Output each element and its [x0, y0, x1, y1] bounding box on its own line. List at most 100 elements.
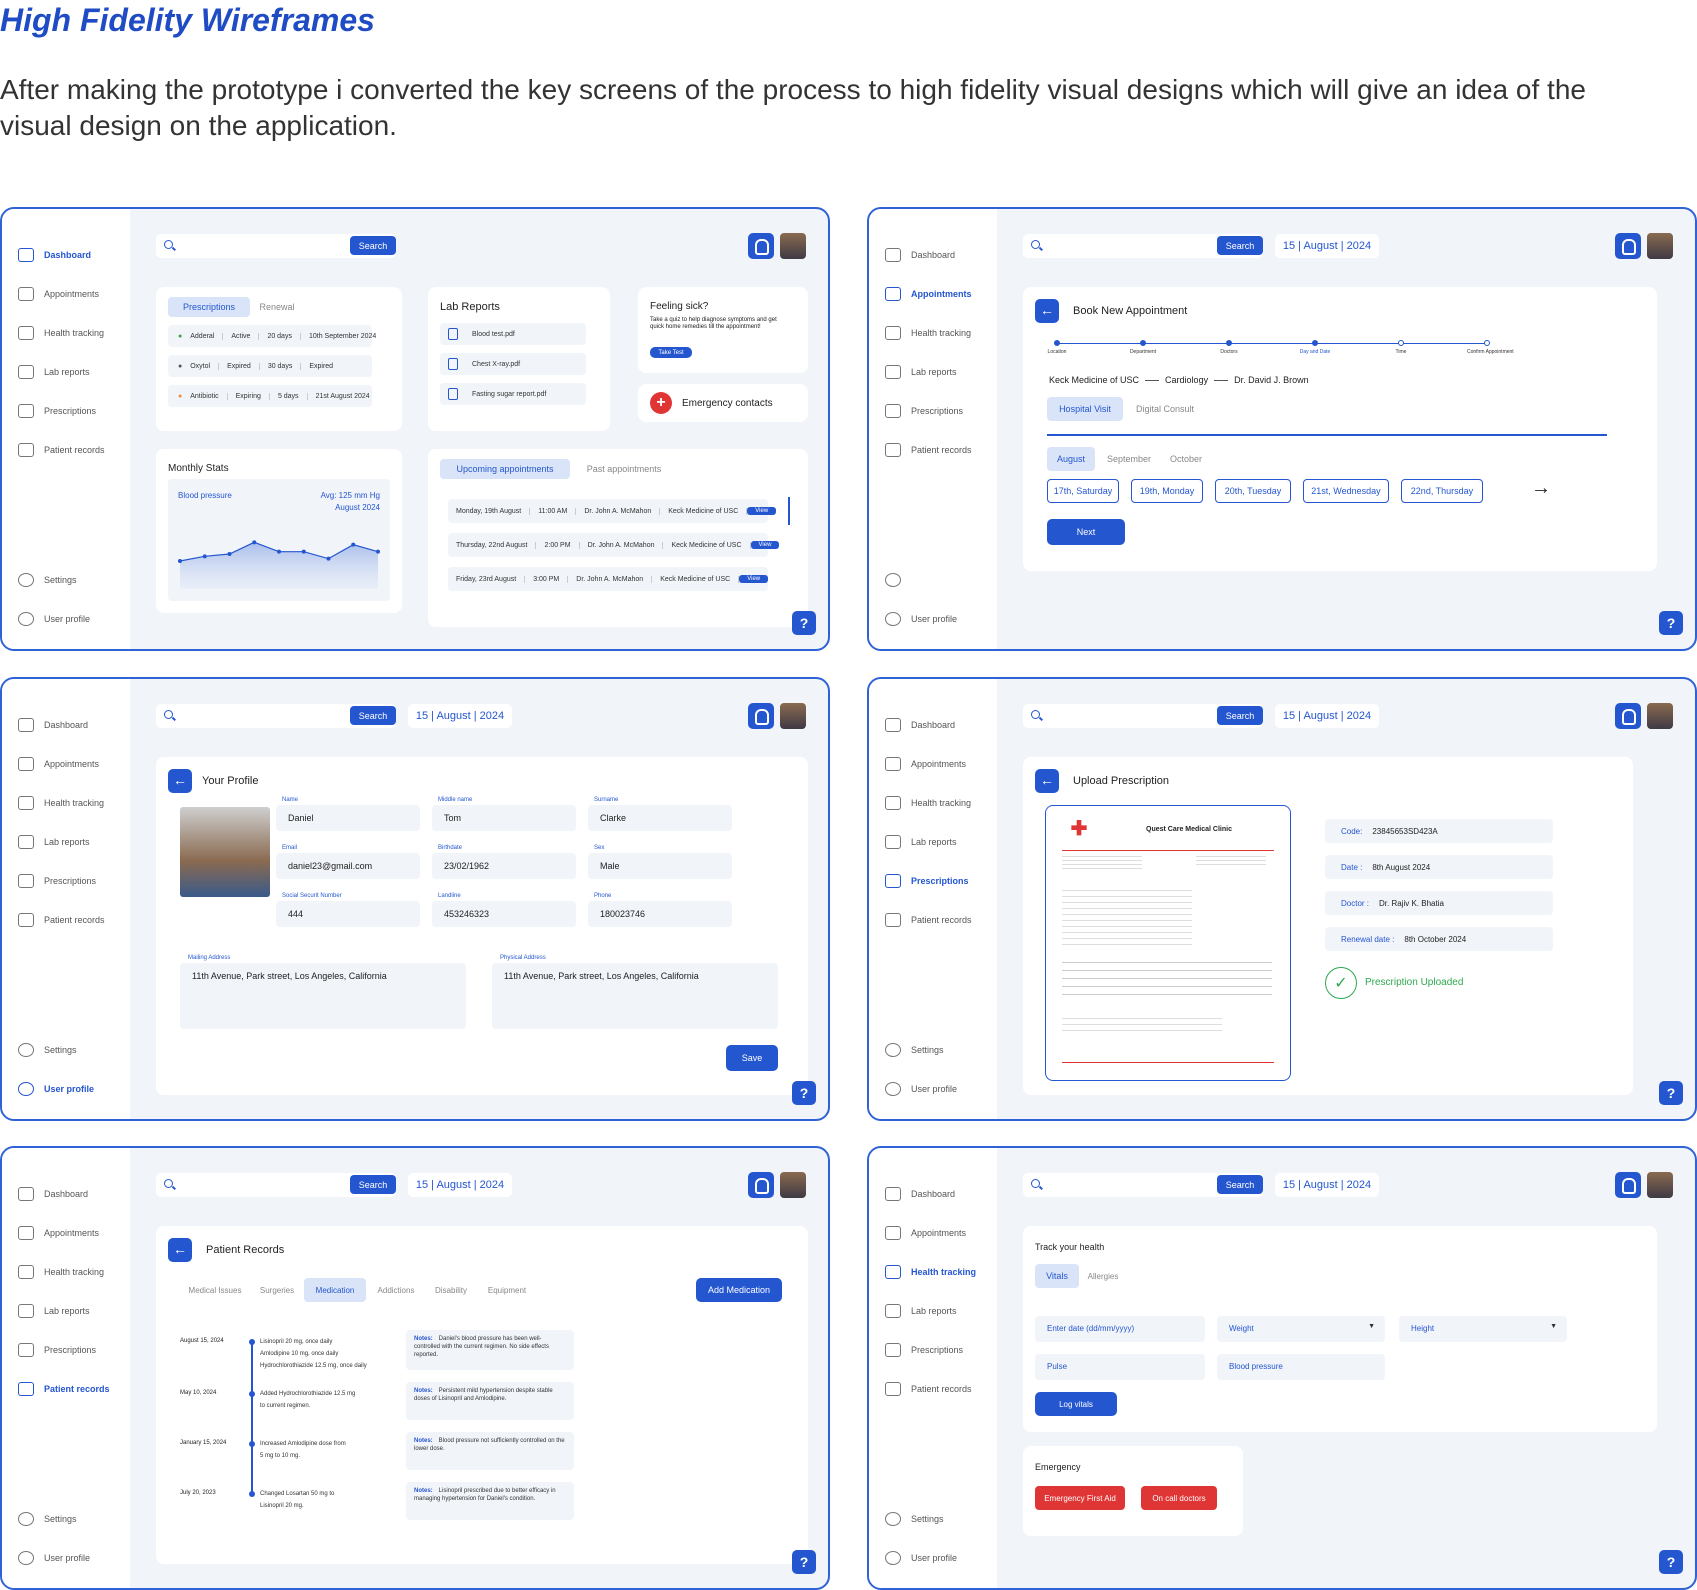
nav-appointments[interactable]: Appointments — [18, 286, 128, 302]
nav-health-tracking[interactable]: Health tracking — [885, 325, 995, 341]
view-button[interactable]: View — [739, 575, 769, 583]
nav-patient-records[interactable]: Patient records — [885, 1381, 995, 1397]
nav-health-tracking[interactable]: Health tracking — [18, 325, 128, 341]
tab-vitals[interactable]: Vitals — [1035, 1264, 1079, 1288]
nav-settings[interactable]: Settings — [18, 572, 128, 588]
mailing-address-field[interactable]: 11th Avenue, Park street, Los Angeles, C… — [180, 963, 466, 1029]
profile-field[interactable]: Tom — [432, 805, 576, 831]
day-option[interactable]: 21st, Wednesday — [1303, 479, 1389, 503]
record-tab[interactable]: Medical Issues — [180, 1278, 250, 1302]
tab-prescriptions[interactable]: Prescriptions — [168, 297, 250, 317]
nav-dashboard[interactable]: Dashboard — [18, 247, 128, 263]
search-input[interactable]: Search — [1023, 234, 1263, 258]
notification-bell-icon[interactable] — [1615, 1172, 1641, 1198]
search-input[interactable]: Search — [156, 704, 396, 728]
nav-dashboard[interactable]: Dashboard — [18, 717, 128, 733]
lab-report-item[interactable]: Chest X-ray.pdf — [440, 353, 586, 375]
profile-field[interactable]: daniel23@gmail.com — [276, 853, 420, 879]
record-tab[interactable]: Surgeries — [252, 1278, 302, 1302]
help-button[interactable]: ? — [1659, 1081, 1683, 1105]
nav-settings[interactable]: Settings — [18, 1511, 128, 1527]
search-input[interactable]: Search — [156, 234, 396, 258]
nav-prescriptions[interactable]: Prescriptions — [885, 873, 995, 889]
prescription-row[interactable]: ● Antibiotic Expiring 5 days 21st August 202… — [168, 385, 372, 407]
avatar[interactable] — [1647, 233, 1673, 259]
search-input[interactable]: Search — [1023, 704, 1263, 728]
nav-appointments[interactable]: Appointments — [18, 756, 128, 772]
notification-bell-icon[interactable] — [1615, 233, 1641, 259]
nav-prescriptions[interactable]: Prescriptions — [885, 1342, 995, 1358]
nav-dashboard[interactable]: Dashboard — [885, 717, 995, 733]
back-button[interactable] — [168, 769, 192, 793]
nav-settings[interactable]: Settings — [885, 1511, 995, 1527]
save-button[interactable]: Save — [726, 1045, 778, 1071]
back-button[interactable] — [168, 1238, 192, 1262]
nav-user-profile[interactable]: User profile — [18, 611, 128, 627]
record-tab[interactable]: Addictions — [368, 1278, 424, 1302]
nav-health-tracking[interactable]: Health tracking — [18, 795, 128, 811]
nav-settings[interactable]: Settings — [885, 1042, 995, 1058]
day-option[interactable]: 22nd, Thursday — [1401, 479, 1483, 503]
day-option[interactable]: 20th, Tuesday — [1215, 479, 1291, 503]
month-august[interactable]: August — [1047, 447, 1095, 471]
month-october[interactable]: October — [1161, 447, 1211, 471]
profile-field[interactable]: 453246323 — [432, 901, 576, 927]
nav-lab-reports[interactable]: Lab reports — [885, 364, 995, 380]
nav-dashboard[interactable]: Dashboard — [885, 247, 995, 263]
search-button[interactable]: Search — [350, 706, 396, 725]
nav-health-tracking[interactable]: Health tracking — [885, 1264, 995, 1280]
profile-field[interactable]: 23/02/1962 — [432, 853, 576, 879]
prescription-row[interactable]: ● Adderal Active 20 days 10th September 2024 — [168, 325, 376, 347]
search-button[interactable]: Search — [1217, 706, 1263, 725]
view-button[interactable]: View — [750, 541, 780, 549]
nav-appointments[interactable]: Appointments — [885, 286, 995, 302]
tab-upcoming[interactable]: Upcoming appointments — [440, 459, 570, 479]
help-button[interactable]: ? — [1659, 1550, 1683, 1574]
view-button[interactable]: View — [747, 507, 777, 515]
search-button[interactable]: Search — [350, 236, 396, 255]
notification-bell-icon[interactable] — [1615, 703, 1641, 729]
nav-lab-reports[interactable]: Lab reports — [885, 1303, 995, 1319]
nav-settings[interactable] — [885, 572, 995, 588]
month-september[interactable]: September — [1099, 447, 1159, 471]
help-button[interactable]: ? — [1659, 611, 1683, 635]
nav-user-profile[interactable]: User profile — [885, 1081, 995, 1097]
appointment-row[interactable]: Monday, 19th August 11:00 AM Dr. John A. M… — [448, 499, 777, 523]
nav-appointments[interactable]: Appointments — [18, 1225, 128, 1241]
nav-lab-reports[interactable]: Lab reports — [18, 1303, 128, 1319]
day-option[interactable]: 17th, Saturday — [1047, 479, 1119, 503]
blood-pressure-input[interactable]: Blood pressure — [1217, 1354, 1385, 1380]
emergency-first-aid-button[interactable]: Emergency First Aid — [1035, 1486, 1125, 1510]
appointment-row[interactable]: Friday, 23rd August 3:00 PM Dr. John A. Mc… — [448, 567, 769, 591]
pulse-input[interactable]: Pulse — [1035, 1354, 1205, 1380]
nav-appointments[interactable]: Appointments — [885, 1225, 995, 1241]
nav-lab-reports[interactable]: Lab reports — [18, 364, 128, 380]
weight-select[interactable]: Weight ▼ — [1217, 1316, 1385, 1342]
avatar[interactable] — [1647, 703, 1673, 729]
on-call-doctors-button[interactable]: On call doctors — [1141, 1486, 1217, 1510]
nav-settings[interactable]: Settings — [18, 1042, 128, 1058]
nav-prescriptions[interactable]: Prescriptions — [885, 403, 995, 419]
avatar[interactable] — [1647, 1172, 1673, 1198]
search-button[interactable]: Search — [1217, 1175, 1263, 1194]
nav-appointments[interactable]: Appointments — [885, 756, 995, 772]
next-button[interactable]: Next — [1047, 519, 1125, 545]
nav-user-profile[interactable]: User profile — [18, 1550, 128, 1566]
lab-report-item[interactable]: Blood test.pdf — [440, 323, 586, 345]
nav-user-profile[interactable]: User profile — [885, 1550, 995, 1566]
nav-user-profile[interactable]: User profile — [18, 1081, 128, 1097]
prescription-preview[interactable]: ✚ Quest Care Medical Clinic — [1045, 805, 1291, 1081]
profile-field[interactable]: Clarke — [588, 805, 732, 831]
search-button[interactable]: Search — [350, 1175, 396, 1194]
scrollbar[interactable] — [788, 497, 790, 525]
avatar[interactable] — [780, 233, 806, 259]
lab-report-item[interactable]: Fasting sugar report.pdf — [440, 383, 586, 405]
nav-patient-records[interactable]: Patient records — [18, 1381, 128, 1397]
avatar[interactable] — [780, 1172, 806, 1198]
help-button[interactable]: ? — [792, 1550, 816, 1574]
hospital-visit-toggle[interactable]: Hospital Visit — [1047, 397, 1123, 421]
physical-address-field[interactable]: 11th Avenue, Park street, Los Angeles, C… — [492, 963, 778, 1029]
search-button[interactable]: Search — [1217, 236, 1263, 255]
notification-bell-icon[interactable] — [748, 703, 774, 729]
add-medication-button[interactable]: Add Medication — [696, 1278, 782, 1302]
